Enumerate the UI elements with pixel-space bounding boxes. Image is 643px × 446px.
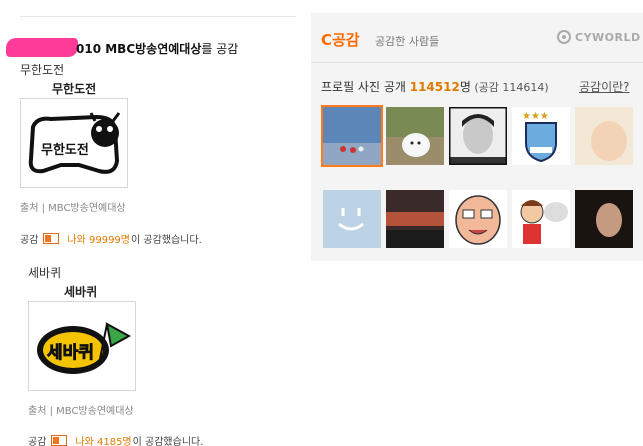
profile-photo[interactable] xyxy=(323,190,381,248)
stats-unit: 명 xyxy=(459,80,471,94)
profile-photo[interactable] xyxy=(386,107,444,165)
profile-photo[interactable] xyxy=(386,190,444,248)
svg-text:★★★: ★★★ xyxy=(522,111,549,122)
redacted-username xyxy=(6,38,78,57)
dark-portrait-photo xyxy=(575,190,633,248)
muhan-logo-icon: 무한도전 xyxy=(28,112,121,174)
profile-photo[interactable] xyxy=(575,190,633,248)
thumbnail-sebakwi[interactable]: 세바퀴 xyxy=(28,301,136,391)
profile-photo[interactable] xyxy=(449,107,507,165)
sky-beach-photo xyxy=(323,107,381,165)
cyworld-logo-icon xyxy=(557,30,571,44)
empathy-icon[interactable] xyxy=(51,435,68,446)
profile-photo[interactable]: ★★★ xyxy=(512,107,570,165)
empathy-count[interactable]: 나와 4185명 xyxy=(75,433,131,446)
man-portrait-photo xyxy=(449,107,507,165)
smiley-face-photo xyxy=(323,190,381,248)
thumb-title-muhan: 무한도전 xyxy=(52,82,97,96)
thumbnail-muhan[interactable]: 무한도전 xyxy=(20,98,128,188)
profile-photo[interactable] xyxy=(512,190,570,248)
item-title-sebakwi[interactable]: 세바퀴 xyxy=(28,264,61,281)
white-dog-photo xyxy=(386,107,444,165)
source-muhan[interactable]: 출처 | MBC방송연예대상 xyxy=(20,199,126,214)
baby-photo xyxy=(575,107,633,165)
feed-header: 010 MBC방송연예대상를 공감 xyxy=(76,40,238,57)
cyworld-logo-text: CYWORLD xyxy=(575,30,641,44)
stats-count: 114512 xyxy=(409,80,460,94)
man-city-crest-photo: ★★★ xyxy=(512,107,570,165)
panel-title: C공감 xyxy=(321,31,360,49)
header-title[interactable]: 010 MBC방송연예대상 xyxy=(76,42,201,56)
profile-photo[interactable] xyxy=(321,105,383,167)
profile-stats: 프로필 사진 공개 114512명 (공감 114614) xyxy=(321,78,549,95)
thumb-title-sebakwi: 세바퀴 xyxy=(64,285,98,299)
stats-total: (공감 114614) xyxy=(470,81,549,94)
empathy-row-sebakwi: 공감 나와 4185명 이 공감했습니다. xyxy=(28,433,203,446)
cartoon-face-photo xyxy=(449,190,507,248)
empathy-icon[interactable] xyxy=(43,233,60,244)
stats-prefix: 프로필 사진 공개 xyxy=(321,80,410,94)
panel-subtitle: 공감한 사람들 xyxy=(375,35,440,48)
empathy-row-muhan: 공감 나와 99999명 이 공감했습니다. xyxy=(20,231,202,246)
empathy-label: 공감 xyxy=(28,437,47,446)
item-title-muhan[interactable]: 무한도전 xyxy=(20,61,64,78)
what-is-empathy-link[interactable]: 공감이란? xyxy=(579,78,630,95)
cartoon-boy-photo xyxy=(512,190,570,248)
sebakwi-logo-text: 세바퀴 xyxy=(47,343,94,363)
empathy-people-panel: C공감 공감한 사람들 CYWORLD 프로필 사진 공개 114512명 (공… xyxy=(311,13,643,261)
empathy-label: 공감 xyxy=(20,235,39,246)
empathy-suffix: 이 공감했습니다. xyxy=(131,235,202,246)
profile-photo[interactable] xyxy=(575,107,633,165)
sebakwi-logo-icon: 세바퀴 xyxy=(37,322,132,374)
cyworld-logo[interactable]: CYWORLD xyxy=(557,30,641,44)
sunset-sky-photo xyxy=(386,190,444,248)
empathy-count[interactable]: 나와 99999명 xyxy=(67,231,130,246)
header-suffix: 를 공감 xyxy=(201,42,239,56)
muhan-logo-text: 무한도전 xyxy=(41,142,89,158)
profile-photo[interactable] xyxy=(449,190,507,248)
source-sebakwi[interactable]: 출처 | MBC방송연예대상 xyxy=(28,402,134,417)
feed-panel: 010 MBC방송연예대상를 공감 무한도전 무한도전 무한도전 출처 | MB… xyxy=(0,0,300,446)
divider xyxy=(20,16,296,17)
panel-header: C공감 공감한 사람들 CYWORLD xyxy=(311,13,643,63)
empathy-suffix: 이 공감했습니다. xyxy=(132,437,204,446)
